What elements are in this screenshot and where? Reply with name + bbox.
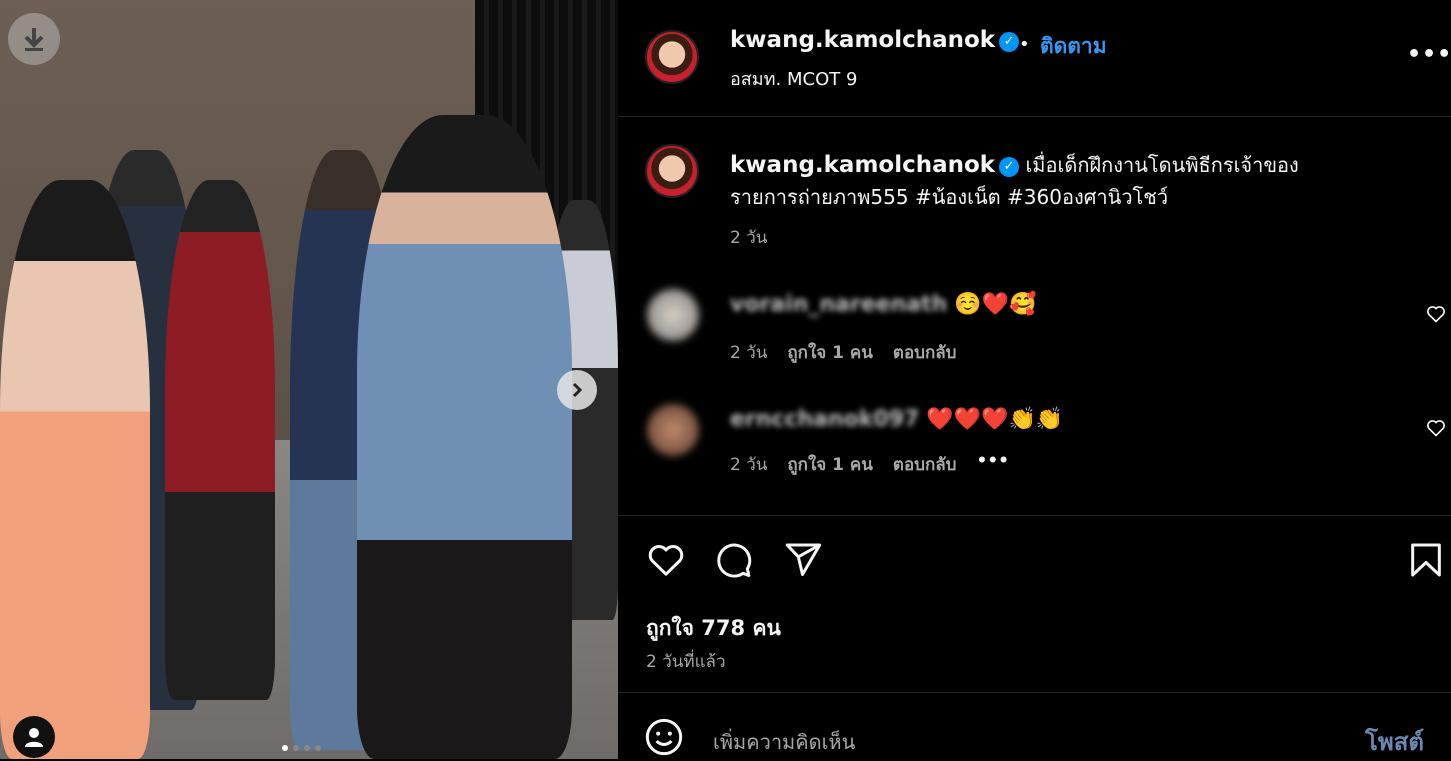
comment-bubble-icon[interactable] <box>713 540 753 580</box>
caption-text-line2: รายการถ่ายภาพ555 #น้องเน็ต #360องศานิวโช… <box>730 185 1169 209</box>
carousel-dot <box>282 745 288 751</box>
comment-time[interactable]: 2 วัน <box>730 339 767 366</box>
comment-likes[interactable]: ถูกใจ 1 คน <box>787 339 873 366</box>
carousel-dot <box>315 745 321 751</box>
comment-input[interactable]: เพิ่มความคิดเห็น <box>713 726 855 758</box>
emoji-icon[interactable] <box>644 717 684 757</box>
carousel-dot <box>304 745 310 751</box>
comment-text: erncchanok097 ❤️❤️❤️👏👏 <box>730 407 1063 432</box>
comment-emoji: ❤️❤️❤️👏👏 <box>926 407 1064 432</box>
chevron-right-icon <box>572 382 583 398</box>
comment-reply-button[interactable]: ตอบกลับ <box>893 339 957 366</box>
comment-time[interactable]: 2 วัน <box>730 451 767 478</box>
user-icon <box>25 728 43 747</box>
author-avatar[interactable] <box>645 30 699 84</box>
post-timestamp[interactable]: 2 วันที่แล้ว <box>646 648 726 675</box>
download-icon[interactable] <box>8 13 60 65</box>
comment-meta: 2 วัน ถูกใจ 1 คน ตอบกลับ ••• <box>730 451 1009 478</box>
carousel-indicator <box>282 745 321 751</box>
verified-badge-icon: ✓ <box>999 32 1020 52</box>
caption-username[interactable]: kwang.kamolchanok <box>730 152 995 178</box>
post-header <box>618 0 1451 117</box>
tagged-users-button[interactable] <box>13 716 55 758</box>
like-count[interactable]: ถูกใจ 778 คน <box>646 612 781 645</box>
save-bookmark-icon[interactable] <box>1406 540 1446 580</box>
carousel-dot <box>293 745 299 751</box>
comment-like-heart-icon[interactable] <box>1426 418 1446 438</box>
photo-person <box>165 180 275 700</box>
carousel-next-button[interactable] <box>557 370 597 410</box>
more-options-icon[interactable]: ••• <box>1407 42 1451 67</box>
share-send-icon[interactable] <box>783 540 823 580</box>
caption-timestamp[interactable]: 2 วัน <box>730 224 767 251</box>
comment-meta: 2 วัน ถูกใจ 1 คน ตอบกลับ <box>730 339 956 366</box>
post-caption: kwang.kamolchanok ✓ เมื่อเด็กฝึกงานโดนพิธ… <box>730 149 1390 213</box>
caption-text-line1: เมื่อเด็กฝึกงานโดนพิธีกรเจ้าของ <box>1025 153 1299 177</box>
follow-separator: • <box>1019 34 1030 55</box>
follow-button[interactable]: ติดตาม <box>1040 30 1107 63</box>
comment-emoji: ☺️❤️🥰 <box>954 292 1037 317</box>
comment-reply-button[interactable]: ตอบกลับ <box>893 451 957 478</box>
comment-text: vorain_nareenath ☺️❤️🥰 <box>730 292 1036 317</box>
caption-author-avatar[interactable] <box>645 144 699 198</box>
comment-username[interactable]: erncchanok097 <box>730 407 919 432</box>
author-username[interactable]: kwang.kamolchanok ✓ <box>730 27 1020 53</box>
post-location[interactable]: อสมท. MCOT 9 <box>730 64 857 93</box>
comment-likes[interactable]: ถูกใจ 1 คน <box>787 451 873 478</box>
post-comment-button[interactable]: โพสต์ <box>1365 722 1424 761</box>
comment-username[interactable]: vorain_nareenath <box>730 292 947 317</box>
author-username-text[interactable]: kwang.kamolchanok <box>730 27 995 53</box>
comment-more-options-icon[interactable]: ••• <box>976 451 1009 478</box>
comment-avatar[interactable] <box>647 289 699 341</box>
like-heart-icon[interactable] <box>646 540 686 580</box>
verified-badge-icon: ✓ <box>999 157 1020 177</box>
photo-person-woman <box>0 180 150 759</box>
comment-like-heart-icon[interactable] <box>1426 304 1446 324</box>
photo-person-main <box>357 115 572 759</box>
comment-avatar[interactable] <box>647 404 699 456</box>
post-photo[interactable] <box>0 0 618 759</box>
